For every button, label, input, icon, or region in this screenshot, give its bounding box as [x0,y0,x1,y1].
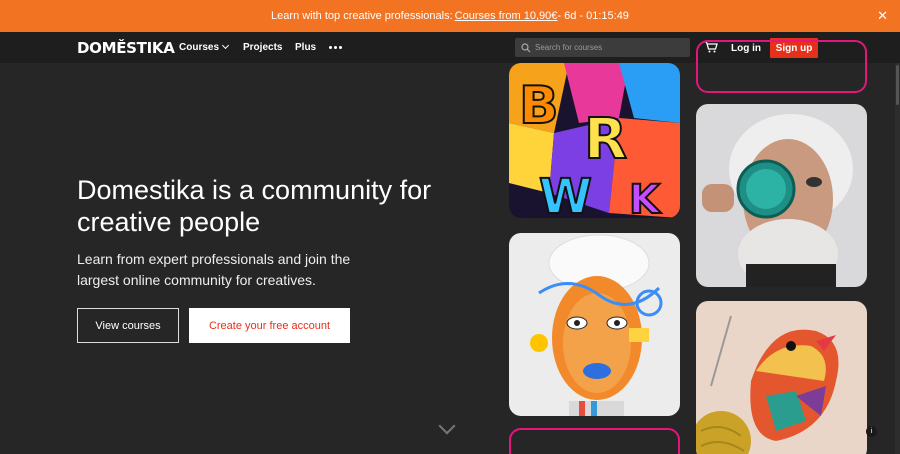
artwork-man-photo-image[interactable] [696,104,867,287]
svg-text:B: B [519,76,559,136]
promo-text: Learn with top creative professionals: [271,10,453,22]
search-bar[interactable] [515,38,690,57]
chevron-down-icon [221,41,230,50]
view-courses-button[interactable]: View courses [77,308,179,343]
nav-courses-label: Courses [179,42,220,53]
scrollbar-thumb[interactable] [896,65,899,105]
search-icon [521,42,531,52]
close-icon[interactable]: ✕ [877,8,888,24]
nav-projects[interactable]: Projects [243,42,282,53]
svg-text:K: K [629,177,662,218]
svg-text:W: W [539,169,592,218]
hero-subtitle: Learn from expert professionals and join… [77,251,351,288]
logo[interactable]: DOMĚSTIKA [77,39,175,57]
more-icon[interactable] [329,46,342,49]
promo-link[interactable]: Courses from 10,90€ [455,10,558,22]
nav-courses[interactable]: Courses [179,41,230,53]
promo-banner: Learn with top creative professionals: C… [0,0,900,32]
scroll-down-icon[interactable] [438,417,456,435]
info-icon[interactable]: i [866,426,877,437]
artwork-lettering-image[interactable]: B R W K [509,63,680,218]
promo-countdown: - 6d - 01:15:49 [557,10,629,22]
artwork-portrait-illustration-image[interactable] [509,233,680,416]
course-card-outline[interactable] [696,40,867,93]
course-card-outline[interactable] [509,428,680,454]
artwork-embroidered-bird-image[interactable] [696,301,867,454]
svg-text:R: R [584,107,627,172]
nav-plus[interactable]: Plus [295,42,316,53]
scrollbar[interactable] [895,63,900,454]
create-account-button[interactable]: Create your free account [189,308,350,343]
hero-title: Domestika is a community for creative pe… [77,175,432,237]
search-input[interactable] [535,43,685,52]
